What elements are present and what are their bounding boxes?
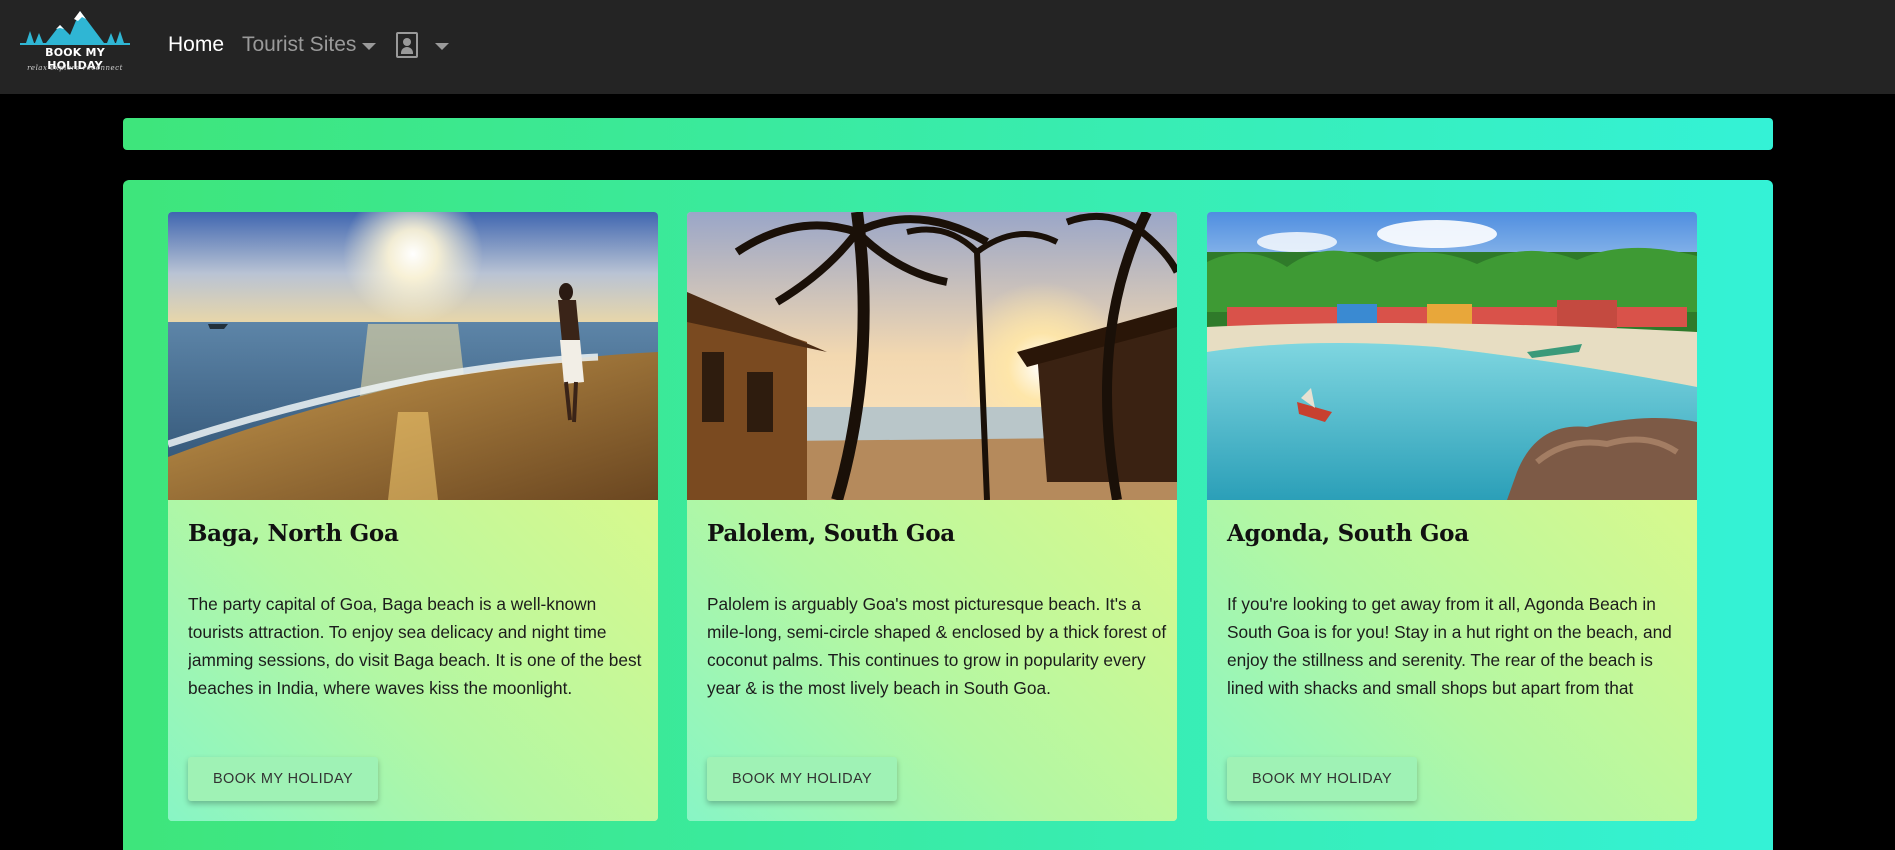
- card-title: Agonda, South Goa: [1227, 520, 1469, 547]
- destination-card: Agonda, South Goa If you're looking to g…: [1207, 212, 1697, 821]
- book-my-holiday-button[interactable]: BOOK MY HOLIDAY: [1227, 757, 1417, 801]
- nav-tourist-sites[interactable]: Tourist Sites: [242, 33, 356, 57]
- nav-home[interactable]: Home: [168, 33, 224, 57]
- user-head-shape: [403, 38, 411, 46]
- card-text: The party capital of Goa, Baga beach is …: [188, 594, 642, 698]
- destinations-section: Baga, North Goa The party capital of Goa…: [123, 180, 1773, 850]
- card-title: Baga, North Goa: [188, 520, 399, 547]
- brand-logo[interactable]: BOOK MY HOLIDAY relax explore reconnect: [16, 9, 134, 81]
- destination-card: Palolem, South Goa Palolem is arguably G…: [687, 212, 1177, 821]
- card-text: Palolem is arguably Goa's most picturesq…: [707, 594, 1167, 698]
- card-text: If you're looking to get away from it al…: [1227, 594, 1672, 698]
- chevron-down-icon[interactable]: [435, 43, 449, 50]
- card-image-agonda: [1207, 212, 1697, 500]
- card-title: Palolem, South Goa: [707, 520, 955, 547]
- gradient-banner: [123, 118, 1773, 150]
- destination-card: Baga, North Goa The party capital of Goa…: [168, 212, 658, 821]
- book-my-holiday-button[interactable]: BOOK MY HOLIDAY: [188, 757, 378, 801]
- mountain-logo-icon: [20, 11, 130, 45]
- user-portrait-icon[interactable]: [396, 32, 418, 58]
- navbar: BOOK MY HOLIDAY relax explore reconnect …: [0, 0, 1895, 94]
- card-image-palolem: [687, 212, 1177, 500]
- chevron-down-icon[interactable]: [362, 43, 376, 50]
- user-body-shape: [401, 47, 413, 54]
- card-image-baga: [168, 212, 658, 500]
- logo-tagline: relax explore reconnect: [27, 64, 123, 72]
- book-my-holiday-button[interactable]: BOOK MY HOLIDAY: [707, 757, 897, 801]
